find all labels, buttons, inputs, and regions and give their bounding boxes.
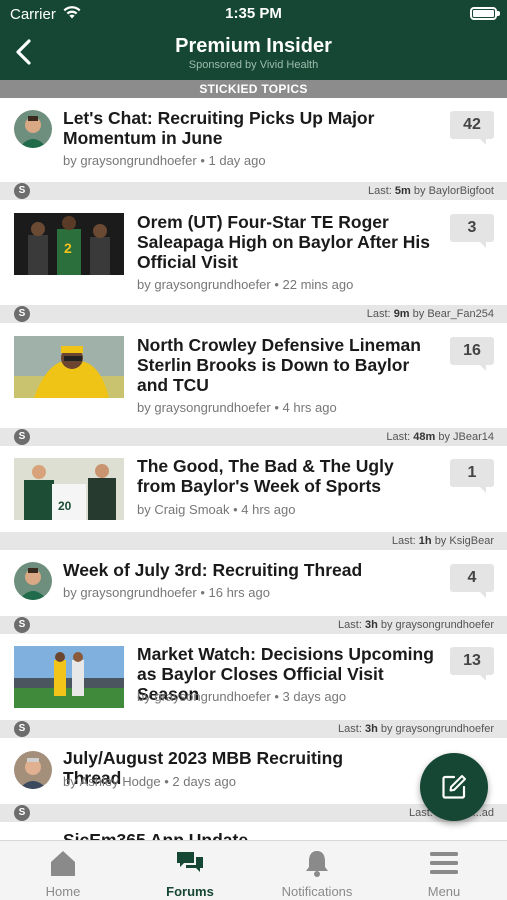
topic-time: • 4 hrs ago — [233, 502, 296, 517]
topic-meta: by Craig Smoak • 4 hrs ago — [137, 502, 295, 517]
s-badge-icon: S — [14, 617, 30, 633]
author-avatar — [14, 751, 52, 789]
s-badge-icon: S — [14, 183, 30, 199]
last-post-bar: Last: 1h by KsigBear — [0, 532, 507, 550]
clock: 1:35 PM — [225, 5, 282, 22]
topic-thumbnail: 20 — [14, 458, 124, 520]
status-bar: Carrier 1:35 PM — [0, 0, 507, 30]
author-avatar — [14, 110, 52, 148]
author-avatar — [14, 562, 52, 600]
topic-row[interactable]: 20 The Good, The Bad & The Ugly from Bay… — [0, 446, 507, 532]
topic-row[interactable]: 2 Orem (UT) Four-Star TE Roger Saleapaga… — [0, 200, 507, 304]
topic-meta: by graysongrundhoefer • 3 days ago — [137, 689, 346, 704]
s-badge-icon: S — [14, 805, 30, 821]
last-post-bar: S Last: 9m by Bear_Fan254 — [0, 305, 507, 323]
topic-author[interactable]: by graysongrundhoefer — [63, 153, 197, 168]
last-post-bar: S Last: 3h by graysongrundhoefer — [0, 616, 507, 634]
compose-icon — [442, 775, 466, 799]
topic-row[interactable]: SicEm365 App Update — [0, 822, 507, 840]
topic-row[interactable]: North Crowley Defensive Lineman Sterlin … — [0, 323, 507, 427]
s-badge-icon: S — [14, 306, 30, 322]
bottom-tab-bar: Home Forums Notifications Menu — [0, 840, 507, 900]
stickied-topics-header: STICKIED TOPICS — [0, 80, 507, 98]
topic-title[interactable]: Let's Chat: Recruiting Picks Up Major Mo… — [63, 108, 443, 148]
tab-forums[interactable]: Forums — [127, 841, 253, 900]
topic-meta: by graysongrundhoefer • 4 hrs ago — [137, 400, 337, 415]
reply-count-badge: 42 — [450, 111, 494, 145]
topic-meta: by graysongrundhoefer • 22 mins ago — [137, 277, 353, 292]
topic-time: • 3 days ago — [274, 689, 347, 704]
reply-count-badge: 1 — [450, 459, 494, 493]
s-badge-icon: S — [14, 429, 30, 445]
topic-thumbnail — [14, 336, 124, 398]
last-post-bar: S Last: 3h by graysongrundhoefer — [0, 720, 507, 738]
topic-time: • 4 hrs ago — [274, 400, 337, 415]
topic-row[interactable]: Let's Chat: Recruiting Picks Up Major Mo… — [0, 98, 507, 182]
new-topic-button[interactable] — [420, 753, 488, 821]
topic-time: • 2 days ago — [164, 774, 236, 789]
last-post-bar: S Last: 5m by BaylorBigfoot — [0, 182, 507, 200]
reply-count-badge: 13 — [450, 647, 494, 681]
topic-title[interactable]: SicEm365 App Update — [63, 830, 403, 840]
tab-notifications[interactable]: Notifications — [254, 841, 380, 900]
last-post-info: Last: 5m by BaylorBigfoot — [368, 185, 494, 197]
topic-author[interactable]: by graysongrundhoefer — [137, 277, 271, 292]
topic-author[interactable]: by graysongrundhoefer — [137, 400, 271, 415]
topic-time: • 16 hrs ago — [200, 585, 270, 600]
battery-icon — [470, 7, 500, 20]
last-post-info: Last: 48m by JBear14 — [386, 431, 494, 443]
last-post-info: Last: 3h by graysongrundhoefer — [338, 723, 494, 735]
last-post-info: Last: 3h by graysongrundhoefer — [338, 619, 494, 631]
topic-author[interactable]: by Craig Smoak — [137, 502, 229, 517]
tab-menu[interactable]: Menu — [381, 841, 507, 900]
menu-icon — [430, 852, 458, 874]
topic-title[interactable]: Week of July 3rd: Recruiting Thread — [63, 560, 443, 580]
topic-thumbnail: 2 — [14, 213, 124, 275]
svg-text:20: 20 — [58, 499, 72, 513]
topic-author[interactable]: by graysongrundhoefer — [63, 585, 197, 600]
topic-row[interactable]: Market Watch: Decisions Upcoming as Bayl… — [0, 634, 507, 720]
topic-title[interactable]: North Crowley Defensive Lineman Sterlin … — [137, 335, 437, 395]
topic-meta: by graysongrundhoefer • 16 hrs ago — [63, 585, 270, 600]
topic-thumbnail — [14, 646, 124, 708]
reply-count-badge: 3 — [450, 214, 494, 248]
topic-row[interactable]: Week of July 3rd: Recruiting Thread by g… — [0, 550, 507, 615]
topic-meta: by graysongrundhoefer • 1 day ago — [63, 153, 266, 168]
topic-author[interactable]: by graysongrundhoefer — [137, 689, 271, 704]
topic-title[interactable]: The Good, The Bad & The Ugly from Baylor… — [137, 456, 437, 496]
tab-home[interactable]: Home — [0, 841, 126, 900]
forums-icon — [177, 852, 203, 872]
last-post-info: Last: 1h by KsigBear — [391, 535, 494, 547]
topic-author[interactable]: by Ashley Hodge — [63, 774, 161, 789]
app-header: Carrier 1:35 PM Premium Insider Sponsore… — [0, 0, 507, 80]
topic-title[interactable]: Orem (UT) Four-Star TE Roger Saleapaga H… — [137, 212, 437, 272]
page-title: Premium Insider — [175, 35, 332, 57]
svg-text:2: 2 — [64, 240, 72, 256]
reply-count-badge: 16 — [450, 337, 494, 371]
last-post-bar: S Last: 48m by JBear14 — [0, 428, 507, 446]
topic-time: • 1 day ago — [200, 153, 266, 168]
sponsor-subtitle: Sponsored by Vivid Health — [188, 59, 319, 71]
topic-time: • 22 mins ago — [274, 277, 354, 292]
last-post-info: Last: 9m by Bear_Fan254 — [366, 308, 494, 320]
topic-list[interactable]: Let's Chat: Recruiting Picks Up Major Mo… — [0, 98, 507, 840]
bell-icon — [306, 851, 328, 877]
reply-count-badge: 4 — [450, 564, 494, 598]
topic-meta: by Ashley Hodge • 2 days ago — [63, 774, 236, 789]
s-badge-icon: S — [14, 721, 30, 737]
home-icon — [51, 851, 75, 876]
